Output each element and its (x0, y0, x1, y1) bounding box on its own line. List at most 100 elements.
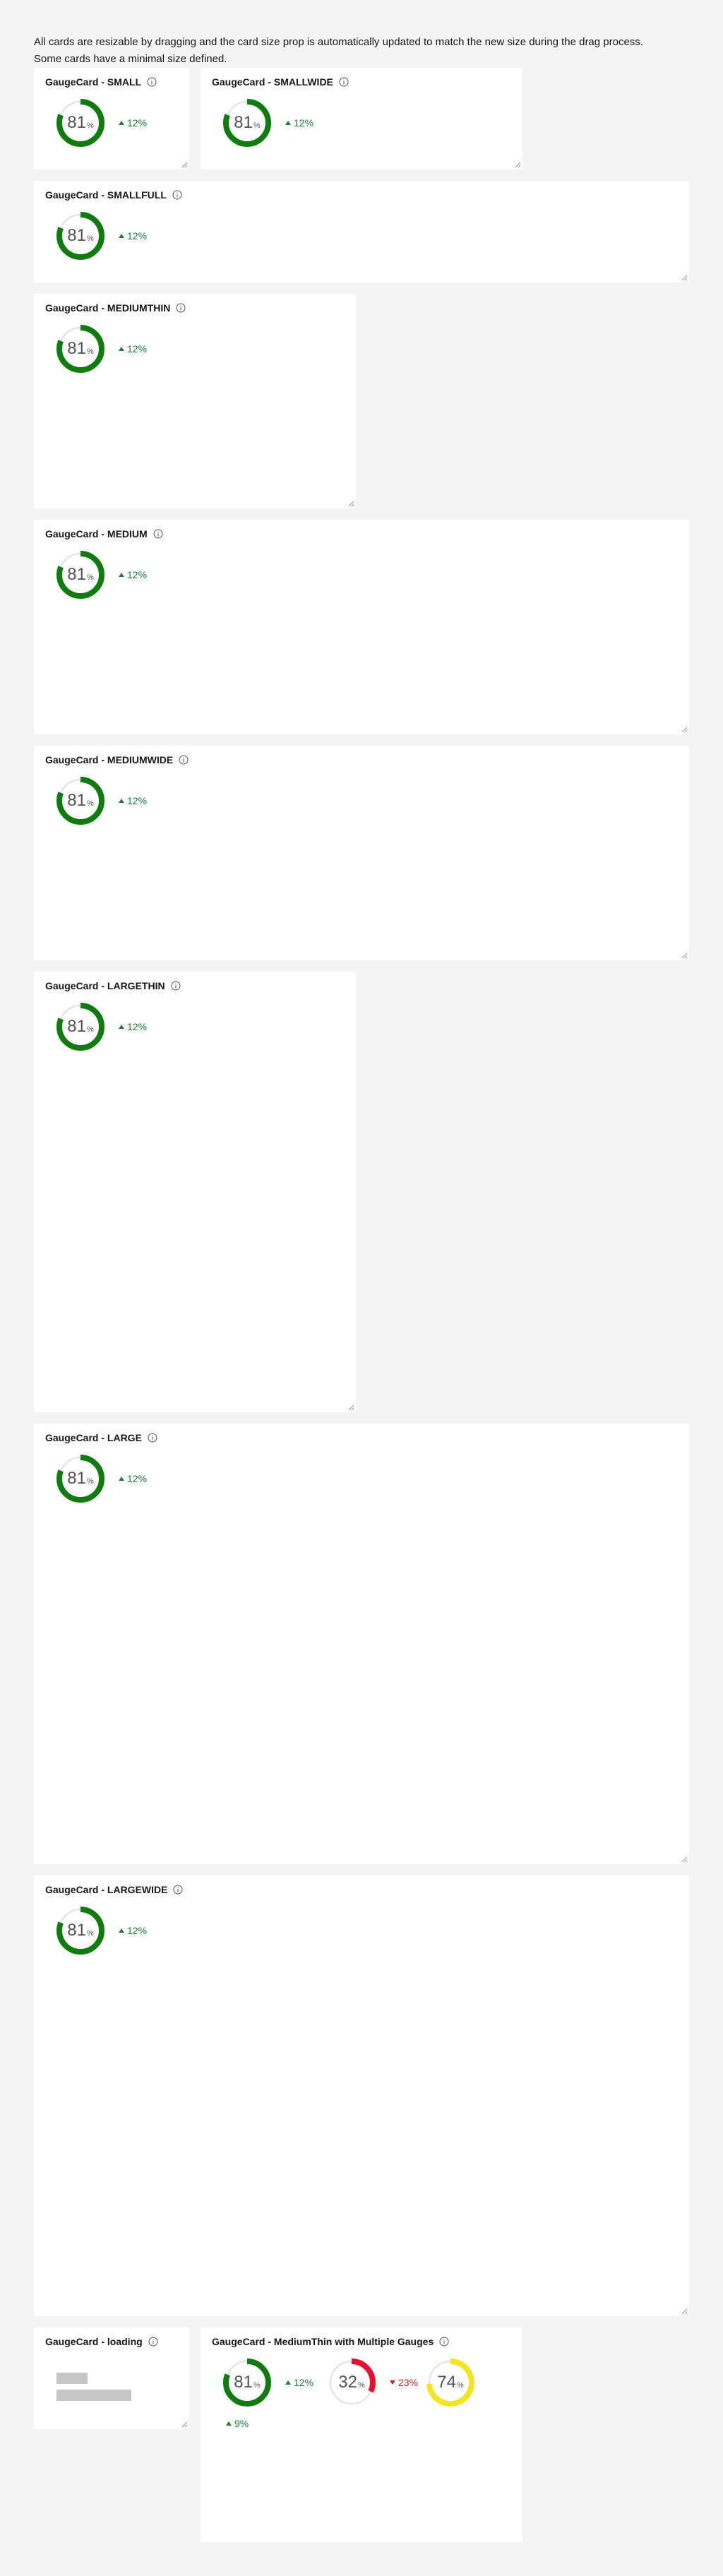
gauge-unit: % (86, 347, 94, 356)
trend-value: 23% (398, 2377, 419, 2388)
info-icon[interactable] (339, 77, 349, 87)
gauge: 81% (56, 99, 104, 147)
skeleton-line-short (56, 2373, 88, 2384)
gauge-unit: % (86, 234, 94, 243)
gauge-number: 81 (67, 226, 86, 245)
trend-value: 12% (294, 2377, 314, 2388)
card-title: GaugeCard - MEDIUM (45, 527, 163, 541)
gauge-value: 81% (56, 1455, 104, 1503)
gauge-value: 81% (223, 2359, 271, 2407)
info-icon[interactable] (179, 755, 189, 765)
gauge: 81% (56, 1003, 104, 1051)
trend-value: 9% (234, 2418, 249, 2429)
trend-down-icon (390, 2380, 395, 2385)
trend-value: 12% (127, 795, 148, 806)
trend-up-icon (119, 799, 124, 803)
card-title-text: GaugeCard - LARGETHIN (45, 980, 165, 991)
info-icon[interactable] (439, 2337, 449, 2347)
trend-value: 12% (127, 1021, 148, 1032)
card-title: GaugeCard - LARGE (45, 1431, 157, 1445)
card-title: GaugeCard - LARGETHIN (45, 979, 181, 993)
gauge-card-large[interactable]: GaugeCard - LARGE 81% 12% (34, 1424, 689, 1864)
resize-handle-icon[interactable] (681, 953, 687, 958)
gauge: 81% (56, 212, 104, 260)
resize-handle-icon[interactable] (348, 1405, 354, 1410)
gauge-number: 81 (67, 1469, 86, 1488)
gauge-value: 81% (56, 551, 104, 599)
gauge-number: 32 (338, 2373, 357, 2392)
gauge-unit: % (253, 121, 261, 130)
trend-indicator: 12% (119, 117, 147, 129)
trend-indicator: 12% (119, 1925, 147, 1936)
gauge-card-smallfull[interactable]: GaugeCard - SMALLFULL 81% 12% (34, 181, 689, 282)
gauge-card-largethin[interactable]: GaugeCard - LARGETHIN 81% 12% (34, 972, 356, 1412)
gauge-number: 81 (67, 339, 86, 358)
card-title: GaugeCard - MEDIUMTHIN (45, 301, 186, 315)
info-icon[interactable] (176, 303, 186, 313)
card-title: GaugeCard - SMALLFULL (45, 188, 182, 202)
gauge-value: 81% (56, 1907, 104, 1955)
card-title-text: GaugeCard - MEDIUMWIDE (45, 754, 174, 765)
card-title: GaugeCard - SMALLWIDE (212, 75, 349, 89)
card-title: GaugeCard - MEDIUMWIDE (45, 753, 189, 767)
trend-value: 12% (127, 569, 148, 580)
gauge-card-smallwide[interactable]: GaugeCard - SMALLWIDE 81% 12% (201, 68, 522, 169)
gauge-value: 81% (56, 99, 104, 147)
trend-up-icon (119, 573, 124, 577)
gauge-card-multiple-gauges[interactable]: GaugeCard - MediumThin with Multiple Gau… (201, 2327, 522, 2542)
card-title: GaugeCard - loading (45, 2334, 158, 2349)
gauge-number: 81 (67, 113, 86, 132)
trend-indicator: 12% (285, 117, 313, 129)
resize-handle-icon[interactable] (681, 275, 687, 280)
info-icon[interactable] (148, 1433, 157, 1443)
gauge-card-medium[interactable]: GaugeCard - MEDIUM 81% 12% (34, 520, 689, 734)
trend-up-icon (119, 121, 124, 125)
info-icon[interactable] (172, 190, 182, 200)
gauge-value: 81% (56, 1003, 104, 1051)
trend-indicator: 12% (285, 2377, 313, 2388)
gauge-unit: % (86, 121, 94, 130)
trend-indicator: 23% (390, 2377, 418, 2388)
gauge-unit: % (86, 1929, 94, 1938)
gauge-card-small[interactable]: GaugeCard - SMALL 81% 12% (34, 68, 189, 169)
gauge-unit: % (357, 2381, 365, 2390)
gauge-card-loading[interactable]: GaugeCard - loading (34, 2327, 189, 2429)
card-title-text: GaugeCard - SMALLFULL (45, 189, 167, 201)
card-title: GaugeCard - SMALL (45, 75, 157, 89)
gauge: 74% (426, 2359, 474, 2407)
resize-handle-icon[interactable] (348, 501, 354, 506)
skeleton-line-long (56, 2390, 131, 2401)
gauge-value: 81% (223, 99, 271, 147)
gauge: 81% (56, 777, 104, 825)
info-icon[interactable] (148, 2337, 158, 2347)
info-icon[interactable] (171, 981, 181, 991)
gauge-unit: % (86, 799, 94, 808)
gauge: 81% (56, 1455, 104, 1503)
resize-handle-icon[interactable] (681, 2308, 687, 2314)
gauge: 81% (223, 2359, 271, 2407)
trend-value: 12% (127, 230, 148, 242)
info-icon[interactable] (147, 77, 157, 87)
resize-handle-icon[interactable] (681, 1856, 687, 1862)
gauge-unit: % (86, 1025, 94, 1034)
gauge-card-mediumthin[interactable]: GaugeCard - MEDIUMTHIN 81% 12% (34, 294, 356, 508)
resize-handle-icon[interactable] (515, 162, 520, 167)
card-title-text: GaugeCard - LARGE (45, 1432, 142, 1443)
trend-up-icon (285, 2380, 291, 2385)
card-title-text: GaugeCard - MEDIUMTHIN (45, 302, 171, 314)
gauge-card-mediumwide[interactable]: GaugeCard - MEDIUMWIDE 81% 12% (34, 746, 689, 960)
trend-value: 12% (127, 117, 148, 129)
trend-up-icon (119, 234, 124, 238)
trend-up-icon (119, 1928, 124, 1933)
card-title-text: GaugeCard - SMALL (45, 76, 142, 88)
gauge-number: 81 (67, 1017, 86, 1036)
resize-handle-icon[interactable] (181, 2421, 187, 2427)
info-icon[interactable] (153, 529, 163, 539)
trend-indicator: 9% (226, 2418, 249, 2429)
resize-handle-icon[interactable] (681, 727, 687, 732)
gauge-card-largewide[interactable]: GaugeCard - LARGEWIDE 81% 12% (34, 1876, 689, 2316)
card-title-text: GaugeCard - MEDIUM (45, 528, 148, 539)
resize-handle-icon[interactable] (181, 162, 187, 167)
card-title-text: GaugeCard - SMALLWIDE (212, 76, 333, 88)
info-icon[interactable] (173, 1885, 183, 1895)
